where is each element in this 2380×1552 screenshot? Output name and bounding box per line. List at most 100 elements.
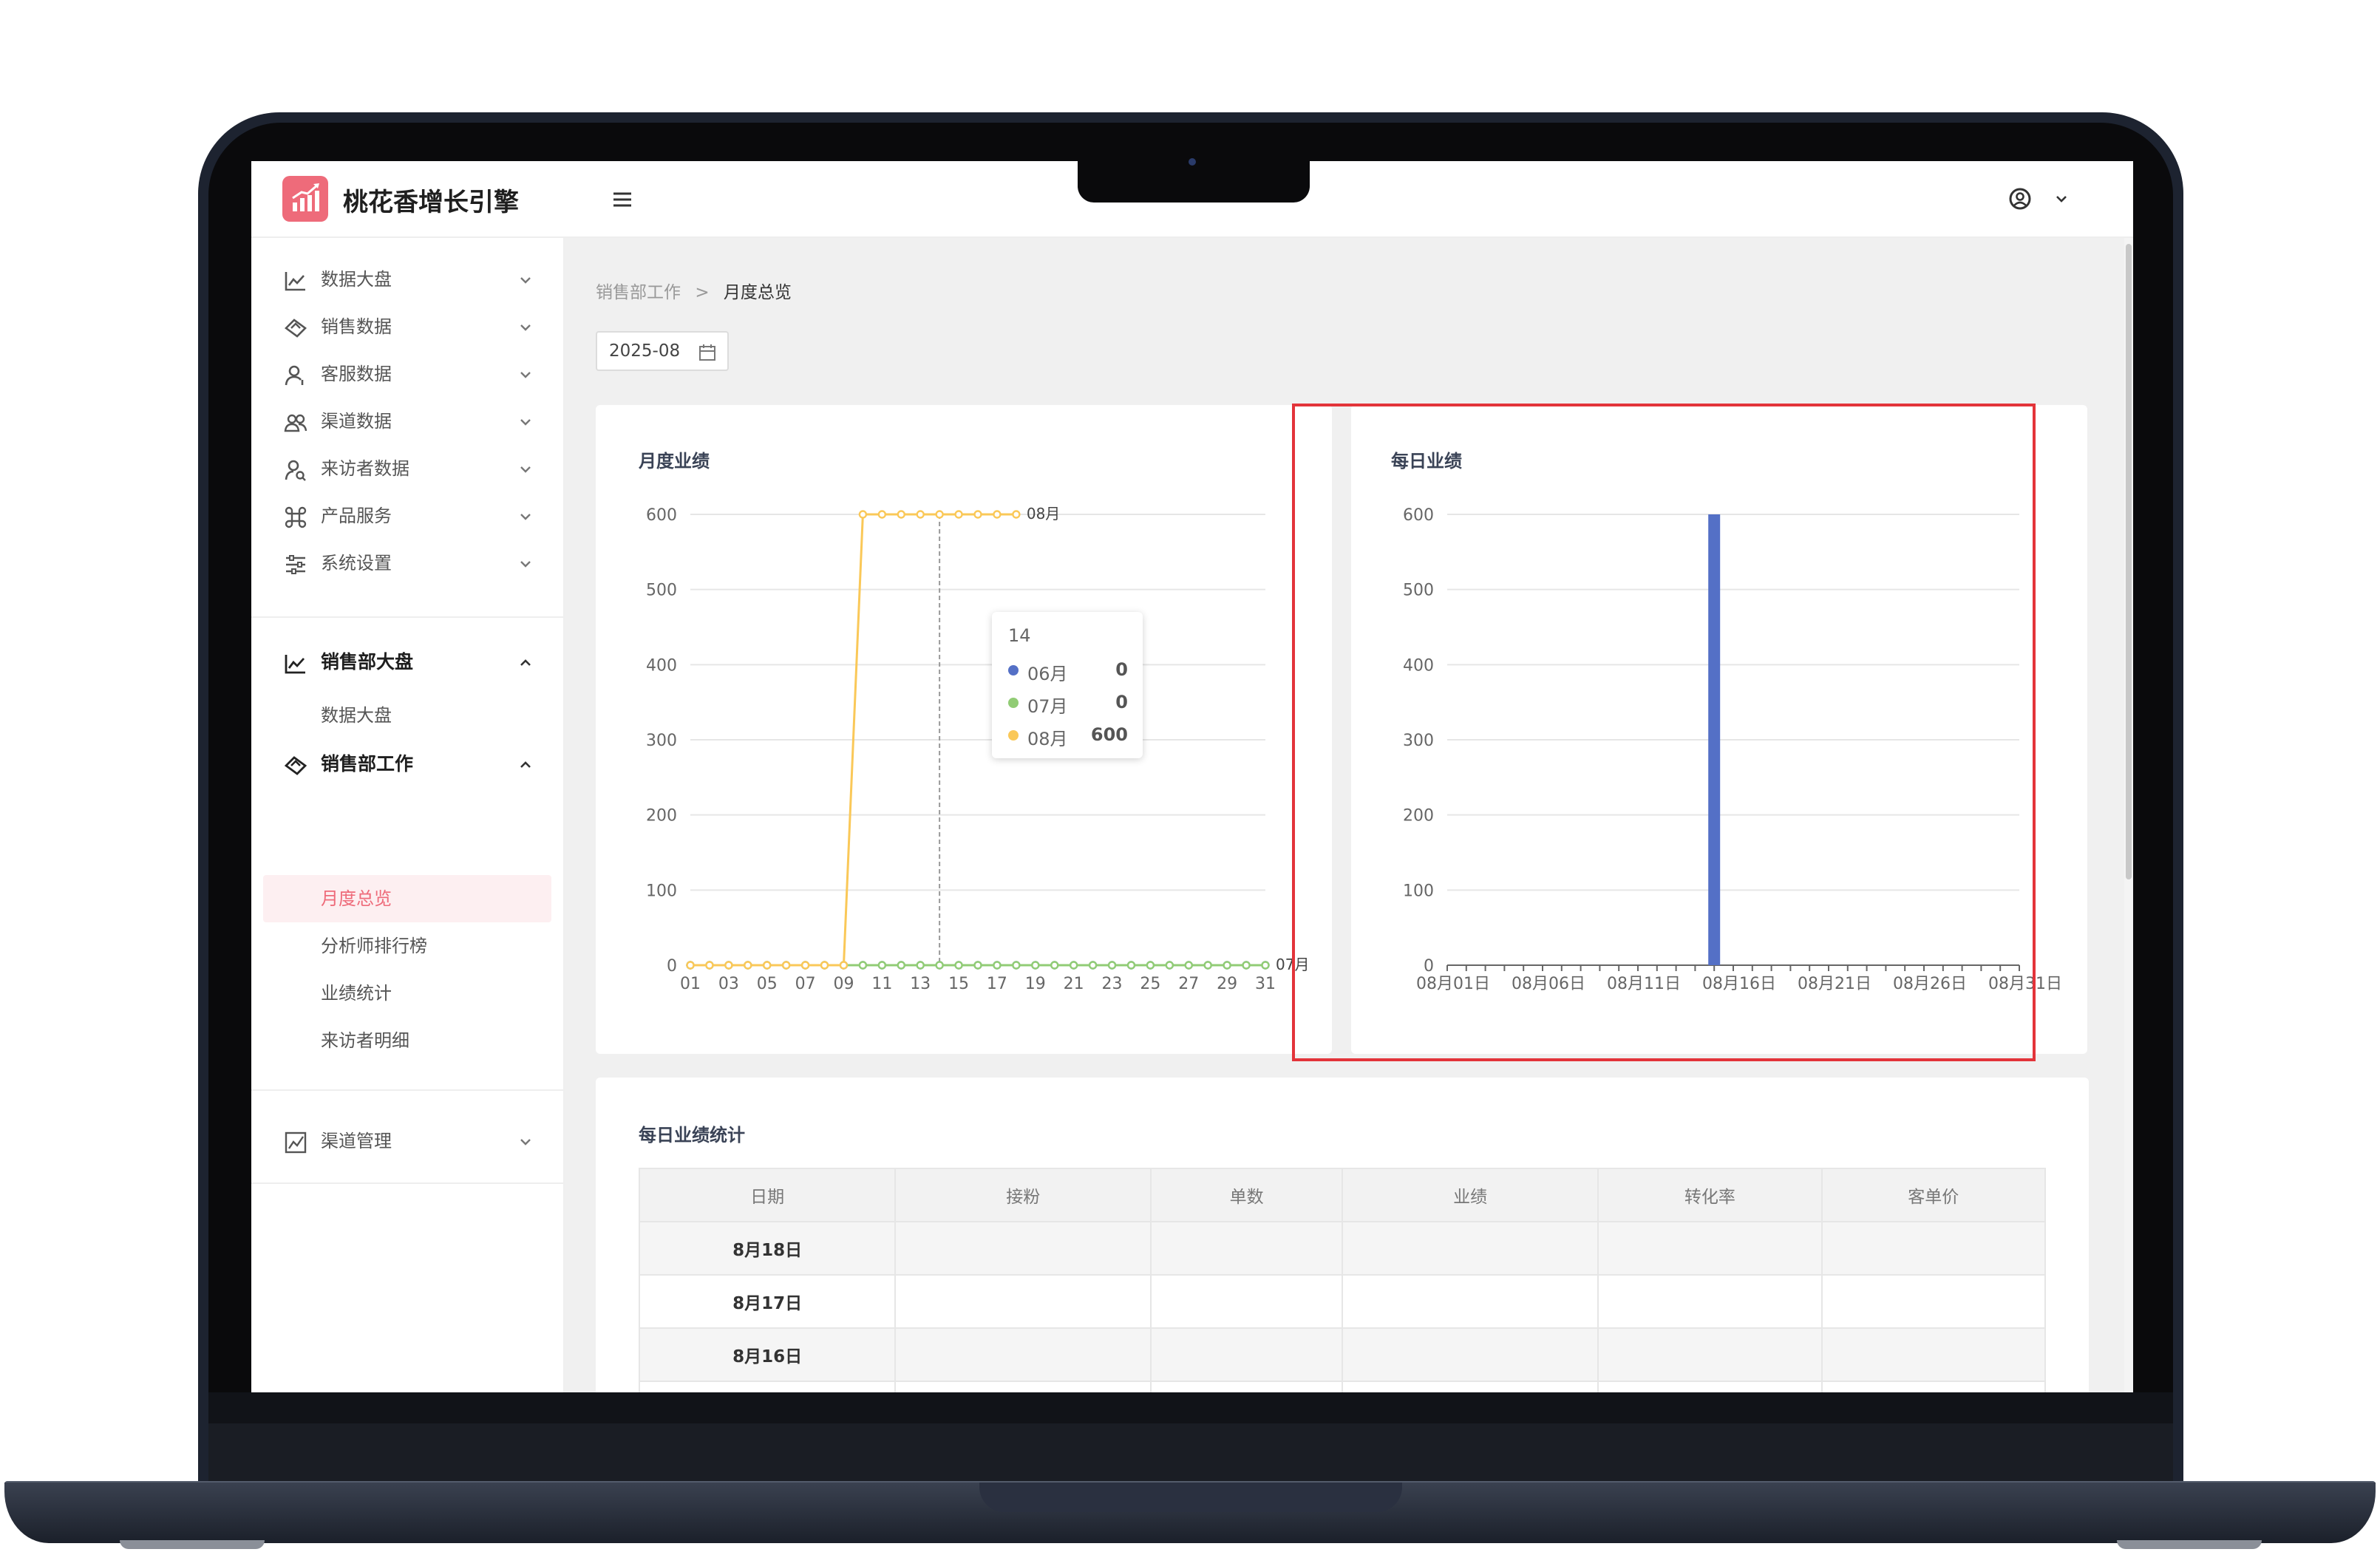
laptop-foot-right (2117, 1540, 2262, 1549)
tooltip-series-name: 06月 (1027, 664, 1068, 684)
table-cell (894, 1221, 1152, 1276)
sidebar-item-label: 客服数据 (321, 364, 392, 384)
table-cell (1341, 1221, 1599, 1276)
x-tick-label: 07 (795, 975, 816, 993)
y-tick-label: 600 (646, 506, 677, 525)
tooltip-title: 14 (1008, 625, 1031, 646)
monthly-line-chart: 0 100 200 300 400 500 600 01 03 05 07 09 11 13 15 17 19 2… (646, 505, 1309, 993)
column-header-orders[interactable]: 单数 (1150, 1168, 1343, 1222)
sidebar-item-label: 来访者数据 (321, 458, 409, 479)
sidebar-divider (251, 616, 563, 618)
data-point (897, 510, 905, 519)
table-row[interactable]: 8月17日 (638, 1274, 2047, 1329)
sidebar-item-sales-data[interactable]: 销售数据 (251, 306, 563, 347)
table-cell (1820, 1327, 2047, 1382)
data-point (1223, 961, 1231, 970)
x-tick-label: 01 (680, 975, 701, 993)
data-point (935, 510, 944, 519)
sidebar-group-sales-dashboard[interactable]: 销售部大盘 (251, 641, 563, 683)
tooltip-row: 08月 600 (1008, 724, 1134, 749)
sidebar-subitem-dashboard[interactable]: 数据大盘 (321, 705, 392, 726)
sidebar-item-product-service[interactable]: 产品服务 (251, 495, 563, 537)
table-cell (1820, 1274, 2047, 1329)
laptop-hinge (979, 1483, 1402, 1512)
sidebar-item-system-settings[interactable]: 系统设置 (251, 542, 563, 584)
sidebar-subitem-monthly-overview[interactable]: 月度总览 (321, 888, 392, 909)
menu-toggle-icon[interactable] (609, 186, 636, 213)
data-point (1069, 961, 1078, 970)
tooltip-series-value: 0 (1115, 659, 1128, 680)
sidebar-group-label: 销售部大盘 (321, 651, 414, 673)
x-tick-label: 27 (1178, 975, 1199, 993)
month-picker[interactable]: 2025-08 (596, 331, 729, 371)
line-chart-icon (284, 269, 307, 293)
data-point (705, 961, 714, 970)
user-menu-chevron-down-icon[interactable] (2053, 191, 2070, 207)
user-avatar-icon[interactable] (2007, 186, 2033, 211)
breadcrumb-separator-icon: > (695, 283, 710, 302)
column-header-conversion[interactable]: 转化率 (1597, 1168, 1823, 1222)
sidebar-subitem-analyst-ranking[interactable]: 分析师排行榜 (321, 936, 427, 956)
chevron-down-icon (517, 556, 534, 572)
sidebar-item-channel-management[interactable]: 渠道管理 (251, 1120, 563, 1162)
table-cell (1597, 1381, 1823, 1392)
data-point (1088, 961, 1098, 970)
breadcrumb: 销售部工作 > 月度总览 (596, 282, 792, 303)
data-point (916, 510, 925, 519)
y-tick-label: 300 (646, 732, 677, 750)
sidebar-divider (251, 1089, 563, 1091)
table-row[interactable] (638, 1381, 2047, 1392)
table-cell (1150, 1327, 1343, 1382)
y-tick-label: 400 (646, 656, 677, 675)
data-point (1031, 961, 1040, 970)
data-point (781, 961, 791, 970)
column-header-performance[interactable]: 业绩 (1341, 1168, 1599, 1222)
sidebar-item-label: 产品服务 (321, 506, 392, 526)
x-tick-label: 31 (1255, 975, 1276, 993)
sidebar-item-label: 渠道管理 (321, 1131, 392, 1151)
data-point (973, 961, 982, 970)
breadcrumb-parent[interactable]: 销售部工作 (596, 283, 681, 302)
data-point (1012, 510, 1021, 519)
table-header-row: 日期 接粉 单数 业绩 转化率 客单价 (638, 1168, 2047, 1222)
data-point (993, 961, 1002, 970)
table-row[interactable]: 8月16日 (638, 1327, 2047, 1382)
tooltip-series-name: 08月 (1027, 729, 1068, 749)
data-point (1242, 961, 1251, 970)
handshake-icon (284, 754, 307, 777)
sidebar-item-label: 数据大盘 (321, 269, 392, 290)
series-06-dot-icon (1008, 665, 1019, 675)
sidebar-item-label: 渠道数据 (321, 411, 392, 432)
breadcrumb-current: 月度总览 (723, 283, 792, 302)
y-tick-label: 500 (646, 582, 677, 600)
y-tick-label: 100 (646, 882, 677, 900)
tooltip-series-name: 07月 (1027, 696, 1068, 717)
column-header-fans[interactable]: 接粉 (894, 1168, 1152, 1222)
column-header-avg-price[interactable]: 客单价 (1820, 1168, 2047, 1222)
chevron-down-icon (517, 1134, 534, 1150)
table-cell (1341, 1327, 1599, 1382)
sidebar-item-service-data[interactable]: 客服数据 (251, 353, 563, 395)
x-tick-label: 05 (757, 975, 778, 993)
table-cell (1150, 1221, 1343, 1276)
sidebar-subitem-visitor-details[interactable]: 来访者明细 (321, 1030, 409, 1051)
data-point (1261, 961, 1270, 970)
table-cell (1597, 1221, 1823, 1276)
line-chart-icon (284, 652, 307, 675)
sidebar-item-data-overview[interactable]: 数据大盘 (251, 259, 563, 300)
data-point (820, 961, 829, 970)
sidebar-group-sales-work[interactable]: 销售部工作 (251, 743, 563, 785)
sidebar-item-visitor-data[interactable]: 来访者数据 (251, 448, 563, 489)
column-header-date[interactable]: 日期 (638, 1168, 897, 1222)
x-tick-label: 23 (1102, 975, 1123, 993)
sidebar-item-channel-data[interactable]: 渠道数据 (251, 401, 563, 442)
monthly-performance-card: 月度业绩 0 100 200 300 400 500 600 01 03 05 07 09 11 13 15… (596, 405, 1332, 1054)
x-tick-label: 03 (718, 975, 739, 993)
table-row[interactable]: 8月18日 (638, 1221, 2047, 1276)
app-title: 桃花香增长引擎 (343, 188, 519, 217)
table-cell (894, 1274, 1152, 1329)
scrollbar-thumb[interactable] (2126, 244, 2132, 879)
sidebar-subitem-performance-stats[interactable]: 业绩统计 (321, 983, 392, 1004)
sidebar-item-label: 系统设置 (321, 553, 392, 574)
user-service-icon (284, 364, 307, 387)
